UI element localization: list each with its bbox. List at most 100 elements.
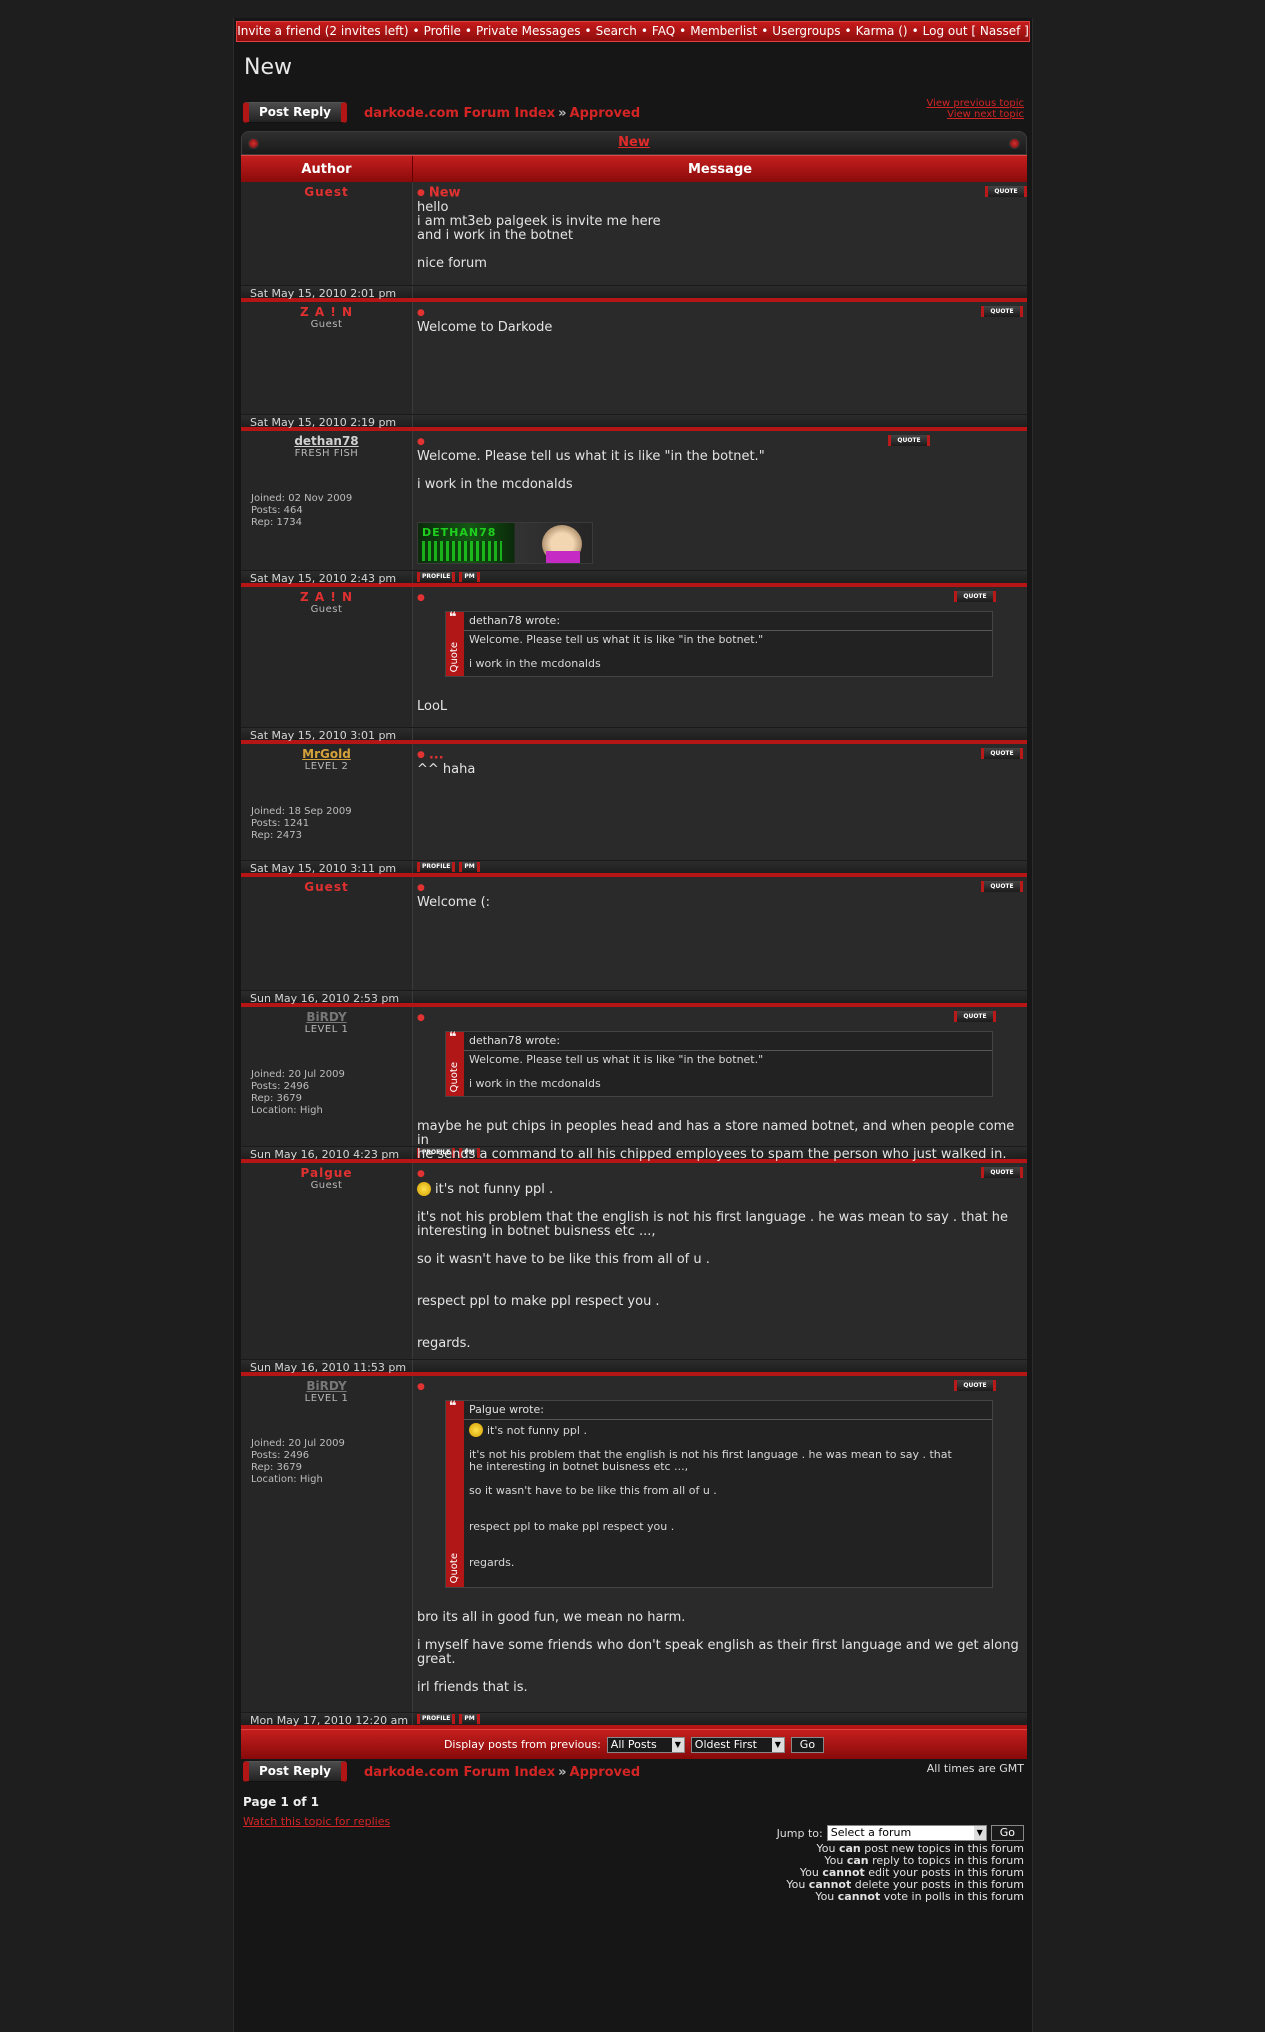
quote-button[interactable]: QUOTE — [981, 306, 1023, 317]
quote-line: it's not funny ppl . — [469, 1423, 987, 1437]
quote-sidebar: ❝ Quote — [446, 1030, 464, 1096]
quote-line: Welcome. Please tell us what it is like … — [469, 634, 987, 646]
top-breadcrumb-row: Post Reply darkode.com Forum Index» Appro… — [234, 98, 1032, 128]
topnav-item[interactable]: Usergroups — [772, 24, 840, 38]
pm-button[interactable]: PM — [459, 572, 480, 582]
post-line-text: maybe he put chips in peoples head and h… — [417, 1119, 1015, 1148]
posts-order-select[interactable]: Oldest First ▼ — [690, 1736, 785, 1753]
quote-label: Quote — [449, 1061, 460, 1092]
post-reply-button[interactable]: Post Reply — [243, 102, 347, 123]
post-row: Guest ● New QUOTE hello i am mt3eb palgeek is… — [241, 182, 1027, 286]
author-stat: Posts: 464 — [251, 505, 303, 516]
author-name[interactable]: Palgue — [249, 1166, 404, 1180]
author-name[interactable]: BiRDY — [249, 1010, 404, 1024]
post-line: i work in the mcdonalds — [417, 478, 1023, 492]
post-line: interesting in botnet buisness etc ..., — [417, 1225, 1023, 1239]
posts-period-select[interactable]: All Posts ▼ — [606, 1736, 685, 1753]
post-reply-button-bottom[interactable]: Post Reply — [243, 1761, 347, 1782]
pm-button[interactable]: PM — [459, 1714, 480, 1724]
post-footer: Sat May 15, 2010 3:01 pm — [241, 728, 1027, 744]
quote-mark-icon: ❝ — [449, 1030, 457, 1045]
quote-line — [469, 1533, 987, 1545]
quote-button[interactable]: QUOTE — [981, 748, 1023, 759]
post-line: Welcome to Darkode — [417, 321, 1023, 335]
chevron-down-icon: ▼ — [771, 1737, 784, 1752]
pm-button[interactable]: PM — [459, 862, 480, 872]
author-name[interactable]: Z A ! N — [249, 590, 404, 604]
nav-separator: • — [679, 24, 687, 38]
profile-button[interactable]: PROFILE — [417, 572, 456, 582]
previous-topic-link[interactable]: View previous topic — [926, 98, 1024, 109]
profile-button[interactable]: PROFILE — [417, 862, 456, 872]
post-footer: Sat May 15, 2010 3:11 pm PROFILE PM — [241, 861, 1027, 877]
post-line: bro its all in good fun, we mean no harm… — [417, 1611, 1023, 1625]
quote-author: dethan78 wrote: — [464, 612, 992, 631]
quote-button[interactable]: QUOTE — [985, 186, 1027, 197]
watch-topic-link[interactable]: Watch this topic for replies — [243, 1815, 390, 1828]
post-date: Mon May 17, 2010 12:20 am — [241, 1713, 413, 1727]
author-name[interactable]: BiRDY — [249, 1379, 404, 1393]
breadcrumb-forum-index[interactable]: darkode.com Forum Index — [364, 106, 555, 121]
profile-button[interactable]: PROFILE — [417, 1714, 456, 1724]
breadcrumb-bottom: darkode.com Forum Index» Approved — [364, 1765, 640, 1780]
quote-button[interactable]: QUOTE — [954, 1380, 996, 1391]
thread-title-link[interactable]: New — [618, 135, 650, 150]
post-author-cell: Guest — [241, 182, 413, 285]
breadcrumb-forum-index[interactable]: darkode.com Forum Index — [364, 1765, 555, 1780]
quote-button[interactable]: QUOTE — [954, 591, 996, 602]
author-rank: Guest — [310, 1180, 343, 1191]
quote-line: he interesting in botnet buisness etc ..… — [469, 1461, 987, 1473]
post-date: Sat May 15, 2010 3:11 pm — [241, 861, 413, 875]
author-name[interactable]: Z A ! N — [249, 305, 404, 319]
right-corner-icon — [1009, 138, 1020, 149]
topnav-item[interactable]: Karma () — [856, 24, 908, 38]
post-message-cell: ● QUOTE Welcome (: — [413, 877, 1027, 990]
post-line-text: bro its all in good fun, we mean no harm… — [417, 1610, 686, 1625]
post-author-cell: BiRDY LEVEL 1 Joined: 20 Jul 2009 Posts: 24… — [241, 1376, 413, 1712]
author-name[interactable]: Guest — [249, 880, 404, 894]
post-subject: ● — [417, 1380, 1023, 1395]
post-line: it's not funny ppl . — [417, 1182, 1023, 1197]
author-name[interactable]: MrGold — [249, 747, 404, 761]
quote-button[interactable]: QUOTE — [981, 1167, 1023, 1178]
post-subject-text: ... — [428, 747, 444, 763]
post-line: respect ppl to make ppl respect you . — [417, 1295, 1023, 1309]
chevron-down-icon: ▼ — [973, 1826, 986, 1840]
quote-button[interactable]: QUOTE — [954, 1011, 996, 1022]
topnav-item[interactable]: Private Messages — [476, 24, 581, 38]
topnav-item[interactable]: FAQ — [652, 24, 675, 38]
jump-go-button[interactable]: Go — [990, 1825, 1024, 1841]
author-name[interactable]: dethan78 — [249, 434, 404, 448]
topnav-item[interactable]: Log out [ Nassef ] — [923, 24, 1029, 38]
post-tools — [413, 1360, 1027, 1372]
page-count: Page 1 of 1 — [243, 1795, 319, 1809]
quote-button[interactable]: QUOTE — [981, 881, 1023, 892]
post-message-cell: ● New QUOTE hello i am mt3eb palgeek is invi… — [413, 182, 1027, 285]
post-line: Welcome (: — [417, 896, 1023, 910]
post-footer: Sun May 16, 2010 11:53 pm — [241, 1360, 1027, 1376]
post-line — [417, 1323, 1023, 1337]
topnav-item[interactable]: Profile — [424, 24, 461, 38]
post-bullet-icon: ● — [417, 308, 425, 318]
author-stats: Joined: 18 Sep 2009 Posts: 1241 Rep: 2473 — [251, 806, 352, 842]
breadcrumb-approved[interactable]: Approved — [570, 1765, 641, 1780]
author-rank: LEVEL 1 — [304, 1024, 349, 1035]
next-topic-link[interactable]: View next topic — [947, 109, 1024, 120]
post-line — [417, 1197, 1023, 1211]
post-subject: ● — [417, 1011, 1023, 1026]
post-line: irl friends that is. — [417, 1681, 1023, 1695]
smiley-icon — [417, 1182, 431, 1196]
topnav-item[interactable]: Search — [596, 24, 637, 38]
post-subject: ● — [417, 435, 1023, 450]
topnav-item[interactable]: Invite a friend (2 invites left) — [237, 24, 408, 38]
post-line — [417, 1267, 1023, 1281]
display-go-button[interactable]: Go — [790, 1736, 825, 1753]
author-name[interactable]: Guest — [249, 185, 404, 199]
post-line: great. — [417, 1653, 1023, 1667]
topnav-item[interactable]: Memberlist — [690, 24, 757, 38]
post-line: hello — [417, 201, 1023, 215]
quote-button[interactable]: QUOTE — [888, 435, 930, 446]
jump-to-select[interactable]: Select a forum ▼ — [826, 1825, 987, 1841]
breadcrumb-approved[interactable]: Approved — [570, 106, 641, 121]
post-line-text: it's not funny ppl . — [435, 1182, 554, 1197]
